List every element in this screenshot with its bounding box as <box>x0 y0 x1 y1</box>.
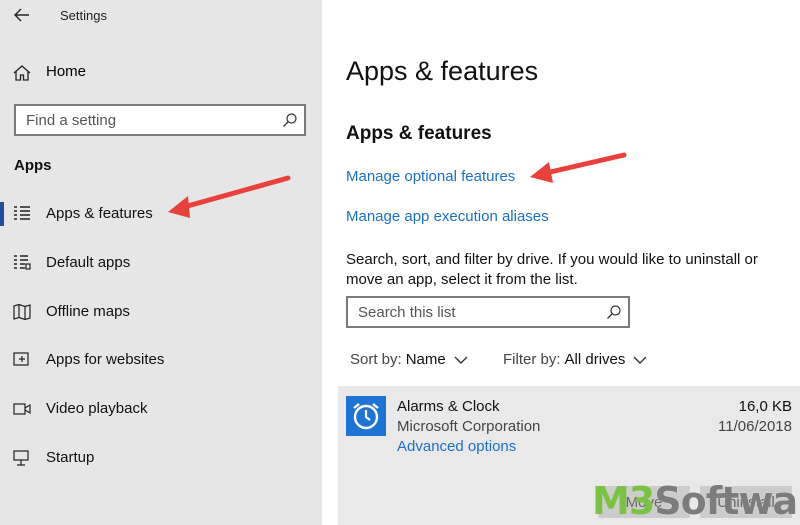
manage-execution-aliases-link[interactable]: Manage app execution aliases <box>346 208 549 225</box>
advanced-options-link[interactable]: Advanced options <box>397 438 516 455</box>
sidebar-item-offline-maps[interactable]: Offline maps <box>0 294 322 330</box>
annotation-arrow-optional-features <box>530 152 627 183</box>
sidebar: Settings Home Apps Apps & features Defau… <box>0 0 322 525</box>
alarm-clock-icon <box>346 396 386 436</box>
sidebar-item-startup[interactable]: Startup <box>0 440 322 476</box>
active-indicator <box>0 202 4 226</box>
section-title: Apps & features <box>346 123 492 144</box>
app-size: 16,0 KB <box>738 398 792 415</box>
filter-value: All drives <box>564 351 626 368</box>
sidebar-item-home[interactable]: Home <box>0 56 322 88</box>
filter-dropdown[interactable]: Filter by: All drives <box>503 351 647 368</box>
sidebar-item-video-playback[interactable]: Video playback <box>0 391 322 427</box>
find-setting-search <box>14 104 306 136</box>
sidebar-item-default-apps[interactable]: Default apps <box>0 245 322 281</box>
search-icon[interactable] <box>606 304 622 320</box>
home-icon <box>13 65 31 81</box>
list-icon <box>14 206 30 220</box>
sidebar-item-label: Startup <box>46 449 95 466</box>
sidebar-item-apps-websites[interactable]: Apps for websites <box>0 342 322 378</box>
sidebar-item-label: Offline maps <box>46 303 130 320</box>
search-icon[interactable] <box>282 112 298 128</box>
sidebar-item-label: Default apps <box>46 254 131 271</box>
chevron-down-icon <box>454 356 468 364</box>
page-title: Apps & features <box>346 56 539 86</box>
app-install-date: 11/06/2018 <box>718 418 792 435</box>
sidebar-item-apps-features[interactable]: Apps & features <box>0 196 322 232</box>
sort-label: Sort by: <box>350 351 402 368</box>
back-button[interactable] <box>10 4 34 26</box>
chevron-down-icon <box>633 356 647 364</box>
map-icon <box>13 303 31 321</box>
startup-icon <box>13 450 29 466</box>
filter-label: Filter by: <box>503 351 561 368</box>
search-list-input[interactable] <box>348 298 628 326</box>
list-search-box <box>346 296 630 328</box>
title-bar: Settings <box>0 0 322 32</box>
default-apps-icon <box>14 255 31 270</box>
window-title: Settings <box>60 8 107 23</box>
find-setting-input[interactable] <box>16 106 304 134</box>
sidebar-item-label: Apps & features <box>46 205 153 222</box>
back-arrow-icon <box>14 8 29 22</box>
app-publisher: Microsoft Corporation <box>397 418 541 435</box>
manage-optional-features-link[interactable]: Manage optional features <box>346 168 515 185</box>
video-icon <box>13 403 31 415</box>
app-name: Alarms & Clock <box>397 398 500 415</box>
sort-value: Name <box>405 351 446 368</box>
sidebar-item-label: Video playback <box>46 400 148 417</box>
web-apps-icon <box>13 352 29 366</box>
watermark-m3: M3 <box>592 479 655 523</box>
sidebar-item-label: Home <box>46 63 87 80</box>
watermark-logo: M3Software <box>592 478 800 524</box>
watermark-software: Software <box>654 479 800 523</box>
sort-dropdown[interactable]: Sort by: Name <box>350 351 468 368</box>
sidebar-section-title: Apps <box>14 157 52 174</box>
description-text: Search, sort, and filter by drive. If yo… <box>346 251 758 288</box>
sidebar-item-label: Apps for websites <box>46 351 165 368</box>
